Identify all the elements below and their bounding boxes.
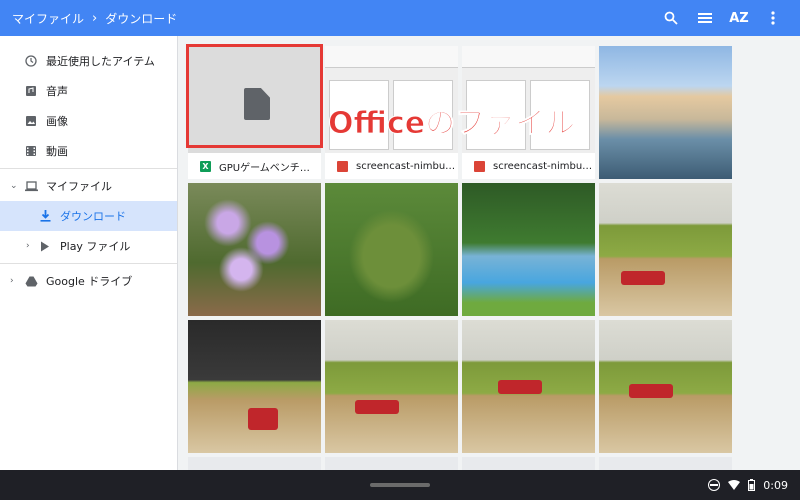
video-file-icon bbox=[474, 160, 485, 172]
sidebar-divider bbox=[0, 263, 177, 264]
do-not-disturb-icon bbox=[708, 479, 721, 491]
toy-train bbox=[355, 400, 399, 414]
search-button[interactable] bbox=[654, 0, 688, 36]
image-tile-flowers[interactable] bbox=[188, 183, 321, 316]
download-icon bbox=[38, 209, 52, 223]
image-tile-toy-train[interactable] bbox=[188, 320, 321, 453]
sidebar-item-label: 音声 bbox=[46, 85, 68, 98]
chevron-right-icon[interactable]: › bbox=[26, 241, 30, 251]
sidebar-item-label: ダウンロード bbox=[60, 210, 126, 223]
sidebar-item-videos[interactable]: 動画 bbox=[0, 136, 177, 166]
breadcrumb-current[interactable]: ダウンロード bbox=[105, 10, 177, 27]
breadcrumb-separator: › bbox=[92, 10, 98, 26]
toy-train bbox=[248, 408, 278, 430]
sidebar-item-play-files[interactable]: › Play ファイル bbox=[0, 231, 177, 261]
clock-icon bbox=[24, 54, 38, 68]
sort-az-icon: AZ bbox=[729, 10, 749, 26]
laptop-icon bbox=[24, 179, 38, 193]
thumbnail-browser-bar bbox=[462, 46, 595, 68]
file-name: GPUゲームベンチマ... bbox=[219, 162, 319, 174]
video-icon bbox=[24, 144, 38, 158]
image-tile-harbor[interactable] bbox=[599, 46, 732, 179]
list-view-icon bbox=[698, 13, 712, 23]
file-caption: screencast-nimbus-... bbox=[325, 153, 458, 179]
sidebar-item-audio[interactable]: 音声 bbox=[0, 76, 177, 106]
image-tile-toy-farm[interactable] bbox=[325, 183, 458, 316]
image-icon bbox=[24, 114, 38, 128]
toy-train bbox=[621, 271, 665, 285]
sidebar-item-label: 最近使用したアイテム bbox=[46, 55, 155, 68]
sort-button[interactable]: AZ bbox=[722, 0, 756, 36]
play-icon bbox=[38, 239, 52, 253]
sidebar-item-label: Google ドライブ bbox=[46, 275, 133, 288]
file-caption: X GPUゲームベンチマ... bbox=[188, 153, 321, 179]
search-icon bbox=[664, 11, 678, 25]
file-tile-partial[interactable] bbox=[462, 457, 595, 471]
battery-icon bbox=[748, 479, 756, 491]
image-tile-toy-train[interactable] bbox=[462, 320, 595, 453]
breadcrumb-root[interactable]: マイファイル bbox=[12, 10, 84, 27]
file-tile-partial[interactable] bbox=[325, 457, 458, 471]
breadcrumb: マイファイル › ダウンロード bbox=[0, 10, 177, 27]
file-name: screencast-nimbus-... bbox=[356, 160, 456, 172]
system-shelf: 0:09 bbox=[0, 470, 800, 500]
sidebar-item-recent[interactable]: 最近使用したアイテム bbox=[0, 46, 177, 76]
annotation-highlight-box bbox=[186, 44, 323, 148]
sidebar-item-downloads[interactable]: ダウンロード bbox=[0, 201, 177, 231]
thumbnail-browser-bar bbox=[325, 46, 458, 68]
chevron-down-icon[interactable]: ⌄ bbox=[10, 181, 18, 191]
chevron-right-icon[interactable]: › bbox=[10, 276, 14, 286]
status-tray[interactable]: 0:09 bbox=[708, 470, 788, 500]
annotation-label: Officeのファイル bbox=[327, 106, 576, 142]
files-app: マイファイル › ダウンロード AZ 最近使用したアイテム 音声 画像 動画 ⌄… bbox=[0, 0, 800, 500]
sheets-file-icon: X bbox=[200, 160, 211, 172]
image-tile-toy-train[interactable] bbox=[599, 320, 732, 453]
shelf-handle[interactable] bbox=[370, 483, 430, 487]
top-app-bar: マイファイル › ダウンロード AZ bbox=[0, 0, 800, 36]
file-tile-partial[interactable] bbox=[599, 457, 732, 471]
sidebar-item-label: 動画 bbox=[46, 145, 68, 158]
image-tile-toy-train[interactable] bbox=[325, 320, 458, 453]
sidebar-item-images[interactable]: 画像 bbox=[0, 106, 177, 136]
image-tile-toy-train[interactable] bbox=[599, 183, 732, 316]
sidebar-divider bbox=[0, 168, 177, 169]
file-caption: screencast-nimbus-... bbox=[462, 153, 595, 179]
clock-time: 0:09 bbox=[763, 478, 788, 492]
sidebar-item-my-files[interactable]: ⌄ マイファイル bbox=[0, 171, 177, 201]
audio-icon bbox=[24, 84, 38, 98]
file-name: screencast-nimbus-... bbox=[493, 160, 593, 172]
video-file-icon bbox=[337, 160, 348, 172]
view-toggle-button[interactable] bbox=[688, 0, 722, 36]
toy-train bbox=[629, 384, 673, 398]
wifi-icon bbox=[728, 480, 741, 490]
more-vert-icon bbox=[771, 11, 775, 25]
file-tile-partial[interactable] bbox=[188, 457, 321, 471]
navigation-sidebar: 最近使用したアイテム 音声 画像 動画 ⌄ マイファイル ダウンロード › Pl… bbox=[0, 36, 178, 470]
sidebar-item-google-drive[interactable]: › Google ドライブ bbox=[0, 266, 177, 296]
more-options-button[interactable] bbox=[756, 0, 790, 36]
toolbar-actions: AZ bbox=[654, 0, 790, 36]
sidebar-item-label: Play ファイル bbox=[60, 240, 131, 253]
toy-train bbox=[498, 380, 542, 394]
sidebar-item-label: 画像 bbox=[46, 115, 68, 128]
image-tile-pool[interactable] bbox=[462, 183, 595, 316]
drive-icon bbox=[24, 274, 38, 288]
sidebar-item-label: マイファイル bbox=[46, 180, 112, 193]
